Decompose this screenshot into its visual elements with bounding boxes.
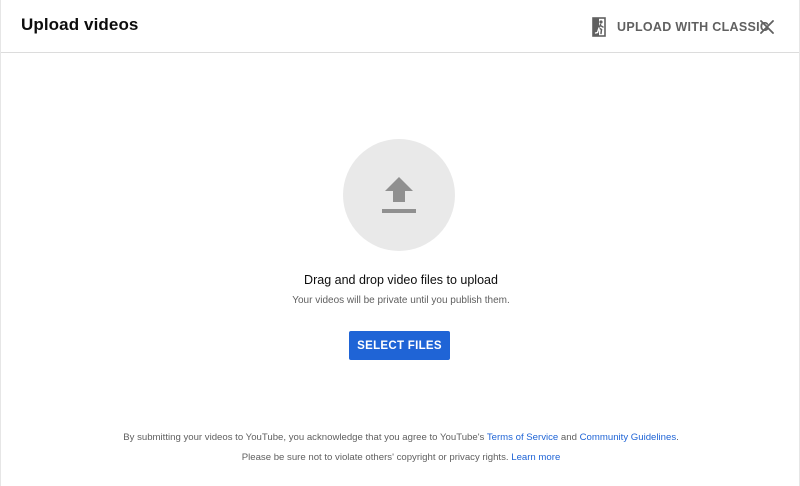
exit-door-icon xyxy=(590,17,608,37)
upload-dialog: Upload videos UPLOAD WITH CLASSIC Drag a… xyxy=(0,0,800,486)
dropzone-main-text: Drag and drop video files to upload xyxy=(304,273,498,287)
close-icon xyxy=(755,20,779,43)
community-guidelines-link[interactable]: Community Guidelines xyxy=(580,432,677,443)
dialog-title: Upload videos xyxy=(21,15,139,34)
terms-and-text: and xyxy=(558,432,580,443)
learn-more-link[interactable]: Learn more xyxy=(511,452,560,463)
copyright-notice: Please be sure not to violate others' co… xyxy=(1,452,800,463)
dropzone-sub-text: Your videos will be private until you pu… xyxy=(292,295,510,306)
upload-arrow-icon xyxy=(382,177,416,213)
terms-notice-text: By submitting your videos to YouTube, yo… xyxy=(123,432,487,443)
terms-of-service-link[interactable]: Terms of Service xyxy=(487,432,558,443)
close-button[interactable] xyxy=(755,15,779,39)
select-files-button[interactable]: SELECT FILES xyxy=(349,331,450,360)
terms-suffix: . xyxy=(676,432,679,443)
upload-with-classic-label: UPLOAD WITH CLASSIC xyxy=(617,20,770,34)
terms-notice: By submitting your videos to YouTube, yo… xyxy=(1,432,800,443)
upload-dropzone-circle[interactable] xyxy=(343,139,455,251)
upload-with-classic-button[interactable]: UPLOAD WITH CLASSIC xyxy=(590,14,769,40)
copyright-notice-text: Please be sure not to violate others' co… xyxy=(241,452,512,463)
dialog-header: Upload videos UPLOAD WITH CLASSIC xyxy=(1,0,799,53)
